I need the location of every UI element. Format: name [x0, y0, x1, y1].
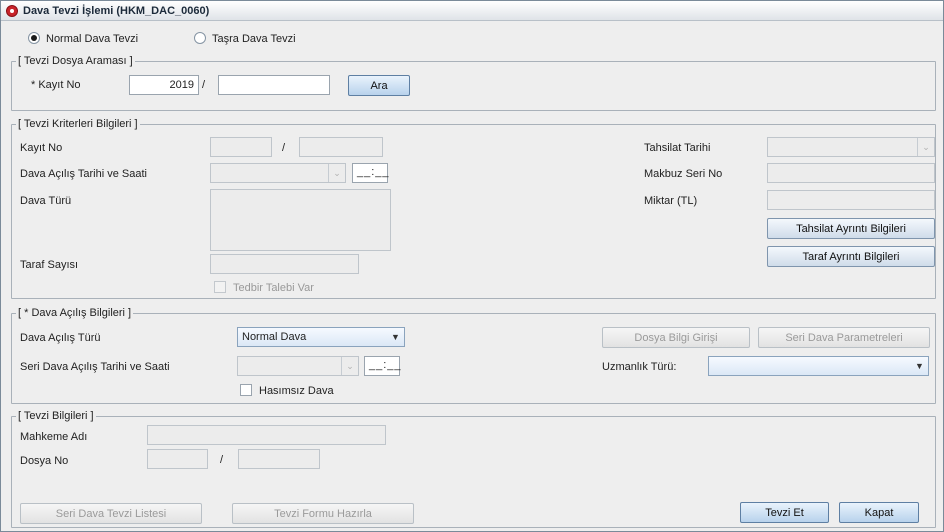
- dava-tevzi-window: Dava Tevzi İşlemi (HKM_DAC_0060) Normal …: [0, 0, 944, 532]
- panel-legend: [ Tevzi Bilgileri ]: [16, 410, 96, 422]
- chevron-down-icon: ⌄: [341, 357, 358, 375]
- app-logo-icon: [6, 5, 18, 17]
- tevzi-formu-hazirla-button[interactable]: Tevzi Formu Hazırla: [232, 503, 414, 524]
- chevron-down-icon: ▼: [391, 332, 400, 342]
- makbuz-seri-no-input: [767, 163, 935, 183]
- normal-dava-tevzi-label[interactable]: Normal Dava Tevzi: [46, 33, 138, 45]
- tevzi-et-label: Tevzi Et: [765, 506, 804, 519]
- hasimsiz-dava-label[interactable]: Hasımsız Dava: [259, 385, 334, 397]
- slash-separator: /: [220, 454, 224, 466]
- kriter-kayit-no-label: Kayıt No: [20, 142, 63, 154]
- tahsilat-tarihi-label: Tahsilat Tarihi: [644, 142, 711, 154]
- tahsilat-ayrinti-label: Tahsilat Ayrıntı Bilgileri: [796, 222, 906, 235]
- taraf-ayrinti-button[interactable]: Taraf Ayrıntı Bilgileri: [767, 246, 935, 267]
- kapat-button[interactable]: Kapat: [839, 502, 919, 523]
- kayit-number-input[interactable]: [218, 75, 330, 95]
- acilis-tarihi-combo: ⌄: [210, 163, 346, 183]
- tevzi-et-button[interactable]: Tevzi Et: [740, 502, 829, 523]
- taraf-sayisi-input: [210, 254, 359, 274]
- ara-button-label: Ara: [370, 79, 388, 92]
- dosya-bilgi-label: Dosya Bilgi Girişi: [634, 331, 718, 344]
- kayit-no-label: * Kayıt No: [31, 79, 81, 91]
- miktar-input: [767, 190, 935, 210]
- acilis-saati-input[interactable]: __:__: [352, 163, 389, 183]
- dava-turu-textarea: [210, 189, 391, 251]
- dava-acilis-turu-value: Normal Dava: [242, 331, 307, 343]
- seri-dava-parametreleri-button[interactable]: Seri Dava Parametreleri: [758, 327, 930, 348]
- seri-acilis-saati-input[interactable]: __:__: [364, 356, 401, 376]
- seri-listesi-label: Seri Dava Tevzi Listesi: [55, 507, 167, 520]
- window-title: Dava Tevzi İşlemi (HKM_DAC_0060): [23, 5, 210, 17]
- tasra-dava-tevzi-label[interactable]: Taşra Dava Tevzi: [212, 33, 296, 45]
- kriter-kayit-year-input: [210, 137, 272, 157]
- kriter-kayit-number-input: [299, 137, 383, 157]
- dosya-no-label: Dosya No: [20, 455, 69, 467]
- kayit-year-input[interactable]: 2019: [129, 75, 199, 95]
- taraf-sayisi-label: Taraf Sayısı: [20, 259, 79, 271]
- dava-acilis-turu-label: Dava Açılış Türü: [20, 332, 101, 344]
- chevron-down-icon: ⌄: [328, 164, 345, 182]
- dava-acilis-turu-select[interactable]: Normal Dava ▼: [237, 327, 405, 347]
- chevron-down-icon: ▼: [915, 361, 924, 371]
- ara-button[interactable]: Ara: [348, 75, 410, 96]
- uzmanlik-turu-select[interactable]: ▼: [708, 356, 929, 376]
- dosya-no-number-input: [238, 449, 320, 469]
- makbuz-seri-no-label: Makbuz Seri No: [644, 168, 723, 180]
- seri-acilis-tarihi-combo: ⌄: [237, 356, 359, 376]
- acilis-tarihi-label: Dava Açılış Tarihi ve Saati: [20, 168, 147, 180]
- mahkeme-adi-input: [147, 425, 386, 445]
- chevron-down-icon: ⌄: [917, 138, 934, 156]
- tahsilat-tarihi-combo: ⌄: [767, 137, 935, 157]
- tevzi-formu-label: Tevzi Formu Hazırla: [274, 507, 372, 520]
- taraf-ayrinti-label: Taraf Ayrıntı Bilgileri: [802, 250, 900, 263]
- slash-separator: /: [282, 142, 286, 154]
- seri-dava-param-label: Seri Dava Parametreleri: [785, 331, 903, 344]
- tasra-dava-tevzi-radio[interactable]: [194, 32, 206, 44]
- slash-separator: /: [202, 79, 206, 91]
- kapat-label: Kapat: [864, 506, 894, 519]
- tahsilat-ayrinti-button[interactable]: Tahsilat Ayrıntı Bilgileri: [767, 218, 935, 239]
- dosya-no-year-input: [147, 449, 208, 469]
- dosya-bilgi-girisi-button[interactable]: Dosya Bilgi Girişi: [602, 327, 750, 348]
- panel-legend: [ Tevzi Kriterleri Bilgileri ]: [16, 118, 140, 130]
- tedbir-talebi-checkbox: [214, 281, 226, 293]
- uzmanlik-turu-label: Uzmanlık Türü:: [602, 361, 677, 373]
- normal-dava-tevzi-radio[interactable]: [28, 32, 40, 44]
- seri-acilis-tarihi-label: Seri Dava Açılış Tarihi ve Saati: [20, 361, 170, 373]
- mahkeme-adi-label: Mahkeme Adı: [20, 431, 88, 443]
- title-bar[interactable]: Dava Tevzi İşlemi (HKM_DAC_0060): [1, 1, 943, 21]
- hasimsiz-dava-checkbox[interactable]: [240, 384, 252, 396]
- tedbir-talebi-label: Tedbir Talebi Var: [233, 282, 314, 294]
- dava-turu-label: Dava Türü: [20, 195, 72, 207]
- seri-dava-tevzi-listesi-button[interactable]: Seri Dava Tevzi Listesi: [20, 503, 202, 524]
- panel-legend: [ * Dava Açılış Bilgileri ]: [16, 307, 134, 319]
- panel-legend: [ Tevzi Dosya Araması ]: [16, 55, 135, 67]
- miktar-label: Miktar (TL): [644, 195, 698, 207]
